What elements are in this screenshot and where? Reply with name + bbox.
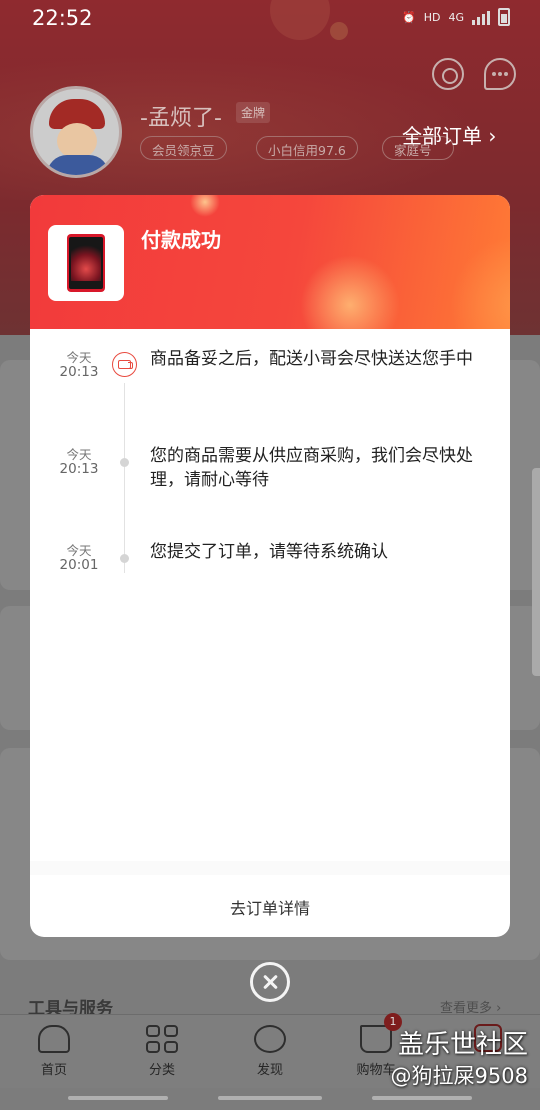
status-icons: ⏰ HD 4G xyxy=(402,8,510,26)
watermark-handle: @狗拉屎9508 xyxy=(390,1064,528,1088)
compass-icon xyxy=(254,1025,286,1053)
home-icon xyxy=(38,1025,70,1053)
timeline-text: 您的商品需要从供应商采购，我们会尽快处理，请耐心等待 xyxy=(150,446,473,490)
timeline-time: 20:13 xyxy=(59,364,99,380)
timeline-text: 商品备妥之后，配送小哥会尽快送达您手中 xyxy=(150,349,473,369)
header-decoration xyxy=(300,255,400,329)
modal-header: 付款成功 xyxy=(30,195,510,329)
network-type: 4G xyxy=(448,10,464,24)
message-icon[interactable] xyxy=(484,58,516,90)
nav-bar-indicator xyxy=(68,1096,168,1100)
payment-success-modal: 付款成功 今天 20:13 商品备妥之后，配送小哥会尽快送达您手中 今天 20:… xyxy=(30,195,510,937)
close-icon[interactable] xyxy=(250,962,290,1002)
battery-icon xyxy=(498,8,510,26)
hd-label: HD xyxy=(423,10,441,24)
nav-bar-indicator xyxy=(218,1096,322,1100)
avatar[interactable] xyxy=(30,86,122,178)
avatar-body xyxy=(47,155,109,175)
timeline-dot xyxy=(120,554,129,563)
status-time: 22:52 xyxy=(32,6,93,30)
footer-divider xyxy=(30,861,510,875)
timeline-time: 20:01 xyxy=(59,557,99,573)
tab-discover[interactable]: 发现 xyxy=(240,1025,300,1078)
truck-icon xyxy=(112,352,137,377)
tab-label: 分类 xyxy=(148,1063,175,1078)
settings-icon[interactable] xyxy=(432,58,464,90)
side-panel-handle[interactable] xyxy=(532,468,540,676)
pill-member-beans[interactable]: 会员领京豆 xyxy=(140,136,227,160)
header-decoration xyxy=(450,235,510,329)
header-decoration xyxy=(190,195,220,217)
signal-icon xyxy=(472,9,490,25)
tab-label: 首页 xyxy=(40,1063,67,1078)
avatar-face xyxy=(57,123,97,159)
all-orders-link[interactable]: 全部订单 › xyxy=(402,120,496,149)
product-thumbnail[interactable] xyxy=(48,225,124,301)
status-bar: 22:52 ⏰ HD 4G xyxy=(0,0,540,38)
username: -孟烦了- xyxy=(140,106,222,131)
timeline-time: 20:13 xyxy=(59,461,99,477)
phone-product-image xyxy=(67,234,105,292)
category-icon xyxy=(146,1025,178,1053)
timeline-line xyxy=(124,383,125,573)
timeline-dot xyxy=(120,458,129,467)
alarm-icon: ⏰ xyxy=(402,10,416,24)
modal-title: 付款成功 xyxy=(141,228,221,252)
pill-credit-score[interactable]: 小白信用97.6 xyxy=(256,136,358,160)
timeline-text: 您提交了订单，请等待系统确认 xyxy=(150,542,388,562)
order-detail-button[interactable]: 去订单详情 xyxy=(30,895,510,919)
phone-screen xyxy=(69,237,103,289)
tab-label: 发现 xyxy=(256,1063,283,1078)
tab-home[interactable]: 首页 xyxy=(24,1025,84,1078)
tab-category[interactable]: 分类 xyxy=(132,1025,192,1078)
nav-bar-indicator xyxy=(372,1096,472,1100)
watermark-title: 盖乐世社区 xyxy=(397,1030,528,1060)
tier-badge: 金牌 xyxy=(236,102,271,123)
